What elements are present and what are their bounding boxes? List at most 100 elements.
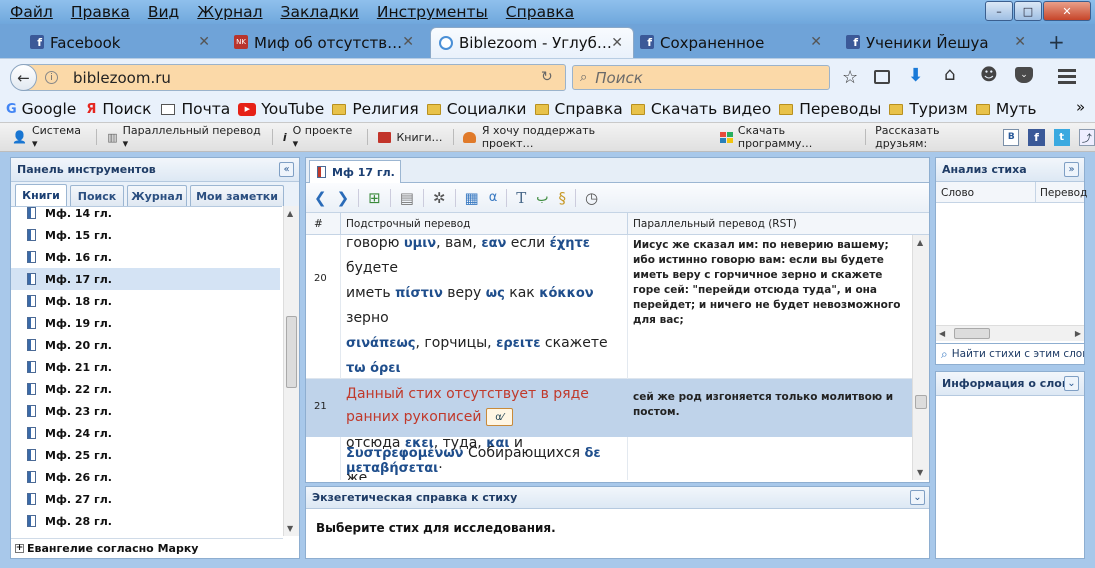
vk-icon[interactable]: B bbox=[1003, 128, 1020, 146]
find-verses-with-word-link[interactable]: ⌕ Найти стихи с этим слов bbox=[935, 343, 1085, 365]
tab-mif[interactable]: NK Миф об отсутств… ✕ bbox=[226, 27, 424, 58]
reload-icon[interactable]: ↻ bbox=[541, 69, 553, 85]
greek-note-icon[interactable]: α⁄ bbox=[485, 408, 513, 426]
scroll-icon[interactable]: § bbox=[559, 189, 567, 207]
greek-word[interactable]: δε bbox=[584, 446, 600, 461]
download-icon[interactable]: ⬇ bbox=[908, 65, 923, 86]
scroll-up-arrow[interactable]: ▲ bbox=[287, 209, 293, 218]
bookmark-tourism[interactable]: Туризм bbox=[889, 100, 968, 118]
chapter-item[interactable]: Мф. 14 гл. bbox=[11, 207, 280, 224]
tab-search[interactable]: Поиск bbox=[70, 185, 124, 206]
tab-matthew-17[interactable]: Мф 17 гл. bbox=[309, 160, 401, 183]
tab-close-icon[interactable]: ✕ bbox=[810, 34, 822, 50]
back-arrow-icon[interactable]: ← bbox=[10, 64, 37, 91]
analysis-hscrollbar[interactable]: ◀ ▶ bbox=[936, 325, 1084, 341]
system-menu[interactable]: 👤 Система ▾ bbox=[12, 124, 86, 150]
scroll-right-arrow[interactable]: ▶ bbox=[1075, 329, 1081, 338]
bookmark-help[interactable]: Справка bbox=[534, 100, 623, 118]
tab-close-icon[interactable]: ✕ bbox=[1014, 34, 1026, 50]
chapter-item[interactable]: Мф. 16 гл. bbox=[11, 246, 280, 268]
greek-word[interactable]: πίστιν bbox=[395, 286, 443, 301]
bookmark-yandex[interactable]: Я Поиск bbox=[86, 100, 151, 118]
books-link[interactable]: Книги… bbox=[378, 131, 443, 144]
bookmark-social[interactable]: Социалки bbox=[426, 100, 527, 118]
chapter-item[interactable]: Мф. 28 гл. bbox=[11, 510, 280, 532]
chapter-item[interactable]: Мф. 26 гл. bbox=[11, 466, 280, 488]
scroll-left-arrow[interactable]: ◀ bbox=[939, 329, 945, 338]
expand-right-panel-button[interactable]: » bbox=[1064, 162, 1079, 177]
bookmark-mail[interactable]: Почта bbox=[161, 100, 230, 118]
chapter-item[interactable]: Мф. 21 гл. bbox=[11, 356, 280, 378]
greek-word[interactable]: υμιν bbox=[404, 236, 436, 251]
chapter-item[interactable]: Мф. 15 гл. bbox=[11, 224, 280, 246]
search-input[interactable]: ⌕ Поиск bbox=[572, 65, 830, 90]
tab-close-icon[interactable]: ✕ bbox=[198, 34, 210, 50]
minimize-button[interactable]: – bbox=[985, 1, 1013, 21]
tab-facebook[interactable]: f Facebook ✕ bbox=[22, 27, 220, 58]
chapter-item[interactable]: Мф. 25 гл. bbox=[11, 444, 280, 466]
chapter-item[interactable]: Мф. 20 гл. bbox=[11, 334, 280, 356]
collapse-left-panel-button[interactable]: « bbox=[279, 162, 294, 177]
chapter-item[interactable]: Мф. 17 гл. bbox=[11, 268, 280, 290]
scroll-down-arrow[interactable]: ▼ bbox=[917, 468, 923, 477]
close-window-button[interactable]: ✕ bbox=[1043, 1, 1091, 21]
chapter-list-scrollbar[interactable]: ▲ ▼ bbox=[283, 206, 299, 536]
scroll-up-arrow[interactable]: ▲ bbox=[917, 238, 923, 247]
greek-word[interactable]: κόκκον bbox=[539, 286, 593, 301]
table-row[interactable]: Συστρεφομένων Собирающихся δε же αυτων и… bbox=[306, 437, 912, 480]
menu-item[interactable]: Правка bbox=[71, 3, 130, 21]
reading-list-icon[interactable] bbox=[874, 70, 890, 84]
bookmark-translations[interactable]: Переводы bbox=[779, 100, 881, 118]
greek-word[interactable]: έχητε bbox=[550, 236, 590, 251]
greek-alpha-icon[interactable]: α bbox=[489, 190, 498, 205]
menu-item[interactable]: Файл bbox=[10, 3, 53, 21]
greek-word[interactable]: ως bbox=[486, 286, 505, 301]
maximize-button[interactable]: □ bbox=[1014, 1, 1042, 21]
verse-scrollbar[interactable]: ▲ ▼ bbox=[912, 235, 929, 480]
bookmark-mut[interactable]: Муть bbox=[975, 100, 1037, 118]
toggle-word-info-button[interactable]: ⌄ bbox=[1064, 376, 1079, 391]
bookmark-religion[interactable]: Религия bbox=[332, 100, 419, 118]
chapter-item[interactable]: Мф. 18 гл. bbox=[11, 290, 280, 312]
about-menu[interactable]: iО проекте ▾ bbox=[283, 124, 358, 150]
home-icon[interactable]: ⌂ bbox=[944, 64, 955, 85]
chapter-item[interactable]: Мф. 27 гл. bbox=[11, 488, 280, 510]
print-icon[interactable]: ▤ bbox=[400, 189, 414, 207]
smiley-icon[interactable]: ☻ bbox=[980, 65, 998, 85]
links-icon[interactable]: ✲ bbox=[433, 189, 446, 207]
greek-word[interactable]: όρει bbox=[370, 361, 401, 376]
tab-saved[interactable]: f Сохраненное ✕ bbox=[632, 27, 832, 58]
table-view-icon[interactable]: ▦ bbox=[465, 189, 479, 207]
bookmark-download-video[interactable]: Скачать видео bbox=[630, 100, 771, 118]
tab-close-icon[interactable]: ✕ bbox=[611, 35, 623, 51]
bookmark-youtube[interactable]: ▶ YouTube bbox=[238, 100, 324, 118]
share-link-icon[interactable]: ⤴ bbox=[1078, 128, 1095, 146]
url-text[interactable]: biblezoom.ru bbox=[73, 69, 171, 87]
toggle-exegetical-panel-button[interactable]: ⌄ bbox=[910, 490, 925, 505]
scroll-thumb[interactable] bbox=[915, 395, 927, 409]
greek-word[interactable]: εαν bbox=[481, 236, 506, 251]
greek-word[interactable]: σινάπεως bbox=[346, 336, 416, 351]
parallel-translation-menu[interactable]: ▥ Параллельный перевод ▾ bbox=[107, 124, 262, 150]
support-link[interactable]: Я хочу поддержать проект… bbox=[463, 124, 641, 150]
table-row-selected[interactable]: 21 Данный стих отсутствует в ряде ранних… bbox=[306, 379, 912, 437]
tab-disciples[interactable]: f Ученики Йешуа ✕ bbox=[838, 27, 1036, 58]
bookmark-star-icon[interactable]: ☆ bbox=[842, 67, 858, 88]
scroll-thumb[interactable] bbox=[286, 316, 297, 388]
expand-icon[interactable]: + bbox=[15, 544, 24, 553]
next-chapter-icon[interactable]: ❯ bbox=[337, 189, 350, 207]
tab-books[interactable]: Книги bbox=[15, 184, 67, 206]
text-format-icon[interactable]: T bbox=[516, 189, 526, 207]
chapter-item[interactable]: Мф. 23 гл. bbox=[11, 400, 280, 422]
new-tab-button[interactable]: + bbox=[1048, 30, 1065, 54]
menu-item[interactable]: Журнал bbox=[197, 3, 262, 21]
pocket-icon[interactable]: ⌄ bbox=[1015, 67, 1033, 83]
scroll-down-arrow[interactable]: ▼ bbox=[287, 524, 293, 533]
tab-journal[interactable]: Журнал bbox=[127, 185, 187, 206]
tab-biblezoom[interactable]: Biblezoom - Углуб… ✕ bbox=[430, 27, 634, 58]
menu-item[interactable]: Инструменты bbox=[377, 3, 488, 21]
menu-item[interactable]: Вид bbox=[148, 3, 179, 21]
next-book-item[interactable]: + Евангелие согласно Марку bbox=[11, 538, 283, 558]
facebook-share-icon[interactable]: f bbox=[1028, 128, 1045, 146]
history-clock-icon[interactable]: ◷ bbox=[585, 189, 598, 207]
